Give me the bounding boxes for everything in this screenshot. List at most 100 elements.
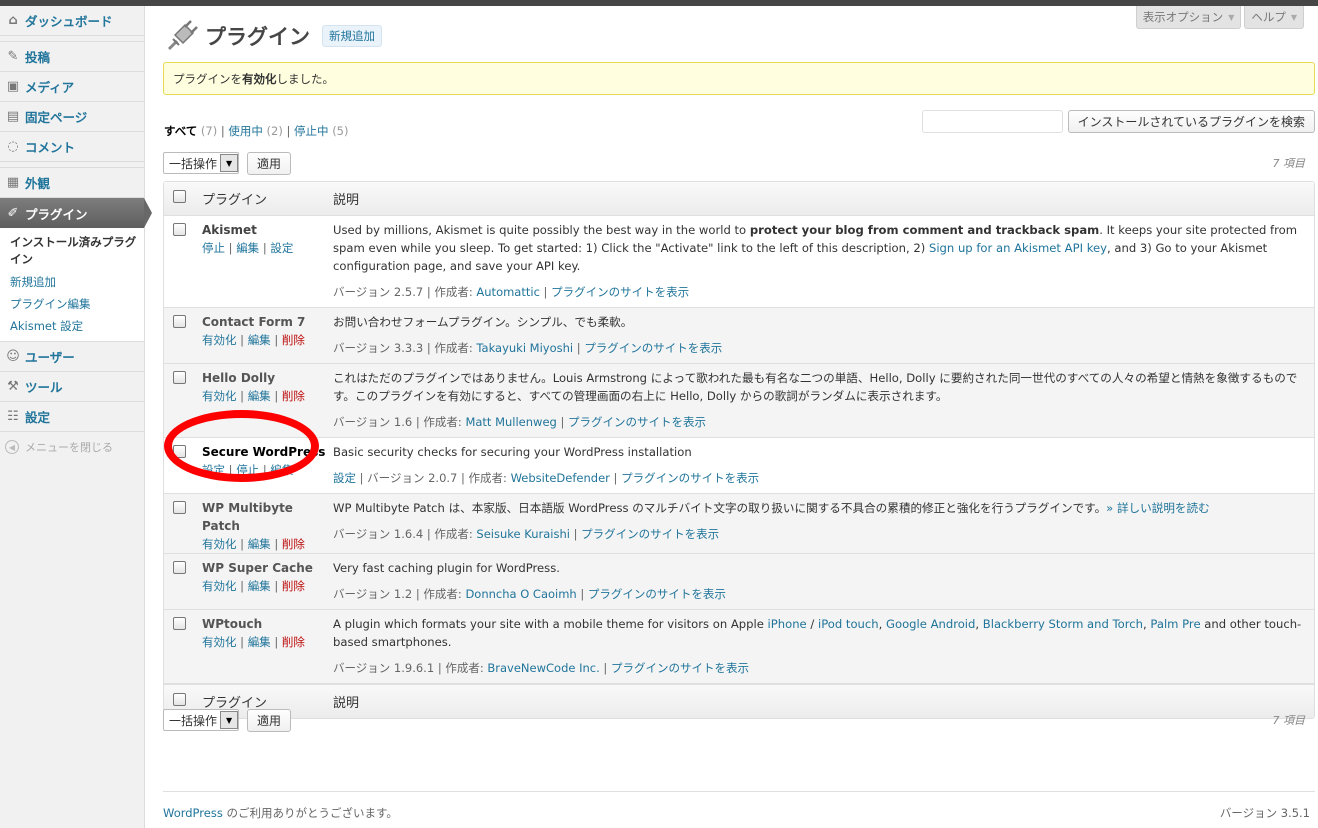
delete-link[interactable]: 削除: [282, 537, 305, 551]
google-android-link[interactable]: Google Android: [886, 617, 975, 631]
plugin-site-link[interactable]: プラグインのサイトを表示: [584, 341, 722, 355]
apply-button[interactable]: 適用: [247, 708, 292, 732]
author-link[interactable]: Seisuke Kuraishi: [476, 527, 570, 541]
screen-meta-links: 表示オプション ▼ ヘルプ ▼: [1135, 6, 1304, 29]
edit-link[interactable]: 編集: [248, 333, 271, 347]
activate-link[interactable]: 有効化: [202, 635, 237, 649]
submenu-plugin-editor[interactable]: プラグイン編集: [10, 293, 144, 315]
bulk-actions-select[interactable]: 一括操作 ▼: [163, 152, 240, 174]
plugin-search-input[interactable]: [921, 110, 1063, 133]
delete-link[interactable]: 削除: [282, 579, 305, 593]
plugin-row-akismet: Akismet 停止 | 編集 | 設定 Used by millions, A…: [164, 216, 1314, 308]
edit-link[interactable]: 編集: [270, 463, 293, 477]
desc-text: Used by millions, Akismet is quite possi…: [333, 223, 750, 237]
menu-tools[interactable]: ⚒ ツール: [0, 372, 144, 402]
plugin-description-cell: Basic security checks for securing your …: [333, 438, 1314, 494]
iphone-link[interactable]: iPhone: [768, 617, 807, 631]
akismet-api-key-link[interactable]: Sign up for an Akismet API key: [929, 241, 1107, 255]
author-link[interactable]: Automattic: [476, 285, 540, 299]
plugin-description: Basic security checks for securing your …: [333, 445, 692, 459]
plugin-name: WP Super Cache: [202, 561, 313, 575]
select-all-checkbox[interactable]: [173, 190, 186, 203]
row-checkbox[interactable]: [173, 371, 186, 384]
plugin-description: これはただのプラグインではありません。Louis Armstrong によって歌…: [333, 371, 1298, 403]
row-checkbox[interactable]: [173, 561, 186, 574]
ipod-touch-link[interactable]: iPod touch: [818, 617, 879, 631]
author-link[interactable]: Matt Mullenweg: [465, 415, 556, 429]
delete-link[interactable]: 削除: [282, 635, 305, 649]
table-header-row: プラグイン 説明: [164, 182, 1314, 216]
wordpress-link[interactable]: WordPress: [163, 806, 223, 820]
collapse-menu[interactable]: ◀ メニューを閉じる: [0, 432, 144, 462]
apply-button[interactable]: 適用: [247, 151, 292, 175]
plugin-description-cell: A plugin which formats your site with a …: [333, 610, 1314, 684]
plugin-name: WPtouch: [202, 617, 263, 631]
row-checkbox[interactable]: [173, 445, 186, 458]
plugin-site-link[interactable]: プラグインのサイトを表示: [551, 285, 689, 299]
filter-inactive[interactable]: 停止中: [294, 124, 329, 138]
filter-all[interactable]: すべて: [164, 124, 197, 138]
plugin-site-link[interactable]: プラグインのサイトを表示: [581, 527, 719, 541]
submenu-akismet-settings[interactable]: Akismet 設定: [10, 315, 144, 337]
deactivate-link[interactable]: 停止: [236, 463, 259, 477]
items-count: 7 項目: [1272, 157, 1306, 170]
row-checkbox-cell: [164, 216, 196, 308]
row-checkbox[interactable]: [173, 315, 186, 328]
author-link[interactable]: Takayuki Miyoshi: [476, 341, 573, 355]
menu-dashboard[interactable]: ⌂ ダッシュボード: [0, 6, 144, 36]
menu-posts[interactable]: ✎ 投稿: [0, 42, 144, 72]
edit-link[interactable]: 編集: [236, 241, 259, 255]
help-button[interactable]: ヘルプ ▼: [1244, 6, 1304, 29]
edit-link[interactable]: 編集: [248, 635, 271, 649]
blackberry-link[interactable]: Blackberry Storm and Torch: [983, 617, 1143, 631]
plugin-description-cell: WP Multibyte Patch は、本家版、日本語版 WordPress …: [333, 494, 1314, 554]
deactivate-link[interactable]: 停止: [202, 241, 225, 255]
settings-icon: ☷: [7, 409, 19, 424]
settings-link[interactable]: 設定: [202, 463, 225, 477]
settings-link[interactable]: 設定: [333, 471, 356, 485]
palm-pre-link[interactable]: Palm Pre: [1150, 617, 1200, 631]
menu-settings[interactable]: ☷ 設定: [0, 402, 144, 432]
row-checkbox[interactable]: [173, 501, 186, 514]
menu-media[interactable]: ▣ メディア: [0, 72, 144, 102]
plugin-site-link[interactable]: プラグインのサイトを表示: [588, 587, 726, 601]
row-checkbox[interactable]: [173, 223, 186, 236]
menu-users[interactable]: ☺ ユーザー: [0, 342, 144, 372]
version-text: バージョン 2.5.7 | 作成者:: [333, 285, 477, 299]
bulk-actions-select[interactable]: 一括操作 ▼: [163, 709, 240, 731]
menu-appearance[interactable]: ▦ 外観: [0, 168, 144, 198]
edit-link[interactable]: 編集: [248, 537, 271, 551]
row-checkbox[interactable]: [173, 617, 186, 630]
plugin-name: Contact Form 7: [202, 315, 306, 329]
screen-options-button[interactable]: 表示オプション ▼: [1135, 6, 1242, 29]
activate-link[interactable]: 有効化: [202, 537, 237, 551]
filter-active[interactable]: 使用中: [228, 124, 263, 138]
author-link[interactable]: WebsiteDefender: [511, 471, 610, 485]
delete-link[interactable]: 削除: [282, 389, 305, 403]
author-link[interactable]: BraveNewCode Inc.: [487, 661, 599, 675]
delete-link[interactable]: 削除: [282, 333, 305, 347]
page-header: プラグイン 新規追加: [163, 20, 382, 51]
read-more-link[interactable]: » 詳しい説明を読む: [1106, 501, 1210, 515]
edit-link[interactable]: 編集: [248, 389, 271, 403]
search-plugins-button[interactable]: インストールされているプラグインを検索: [1067, 110, 1315, 133]
activate-link[interactable]: 有効化: [202, 579, 237, 593]
settings-link[interactable]: 設定: [270, 241, 293, 255]
activate-link[interactable]: 有効化: [202, 333, 237, 347]
plugin-description: A plugin which formats your site with a …: [333, 615, 1306, 651]
edit-link[interactable]: 編集: [248, 579, 271, 593]
menu-pages[interactable]: ▤ 固定ページ: [0, 102, 144, 132]
plugin-site-link[interactable]: プラグインのサイトを表示: [611, 661, 749, 675]
footer: WordPress のご利用ありがとうございます。 バージョン 3.5.1: [163, 791, 1315, 821]
submenu-add-new[interactable]: 新規追加: [10, 271, 144, 293]
submenu-installed-plugins[interactable]: インストール済みプラグイン: [10, 232, 144, 271]
menu-comments[interactable]: ◌ コメント: [0, 132, 144, 162]
plugin-site-link[interactable]: プラグインのサイトを表示: [568, 415, 706, 429]
menu-plugins[interactable]: ✐ プラグイン: [0, 198, 152, 228]
activate-link[interactable]: 有効化: [202, 389, 237, 403]
plugin-site-link[interactable]: プラグインのサイトを表示: [621, 471, 759, 485]
select-all-checkbox[interactable]: [173, 693, 186, 706]
add-new-button[interactable]: 新規追加: [322, 25, 382, 47]
author-link[interactable]: Donncha O Caoimh: [465, 587, 576, 601]
plugin-meta: バージョン 3.3.3 | 作成者: Takayuki Miyoshi | プラ…: [333, 341, 723, 355]
